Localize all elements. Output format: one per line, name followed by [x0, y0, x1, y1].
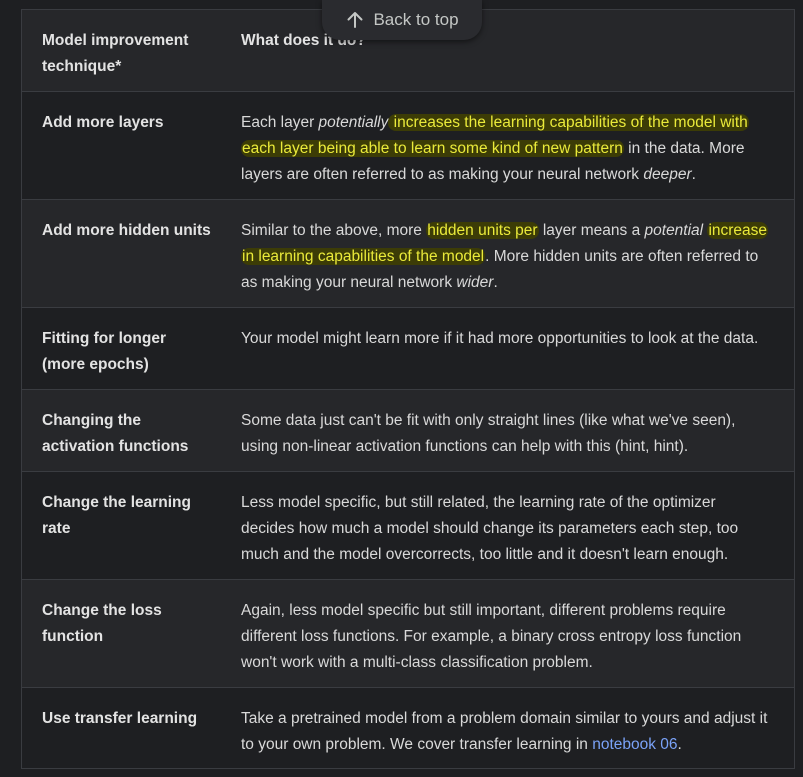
highlighted-text: hidden units per [426, 222, 539, 239]
description-cell: Again, less model specific but still imp… [241, 598, 771, 676]
description-cell: Your model might learn more if it had mo… [241, 326, 771, 352]
table-row: Fitting for longer (more epochs) Your mo… [22, 307, 794, 389]
technique-cell: Fitting for longer (more epochs) [42, 330, 166, 373]
emphasis-text: potentially [318, 114, 389, 131]
emphasis-text: potential [644, 222, 704, 239]
comparison-table: Model improvement technique* What does i… [21, 9, 795, 769]
description-cell: Less model specific, but still related, … [241, 490, 771, 568]
table-row: Use transfer learning Take a pretrained … [22, 687, 794, 768]
table-row: Add more hidden units Similar to the abo… [22, 199, 794, 307]
technique-cell: Change the loss function [42, 602, 162, 645]
table-row: Change the learning rate Less model spec… [22, 471, 794, 579]
description-text: Similar to the above, more [241, 222, 427, 239]
description-text: . [691, 166, 696, 183]
description-cell: Similar to the above, more hidden units … [241, 218, 771, 296]
technique-cell: Change the learning rate [42, 494, 191, 537]
description-text: . [677, 736, 682, 753]
emphasis-text: deeper [643, 166, 692, 183]
back-to-top-label: Back to top [373, 10, 459, 29]
technique-cell: Changing the activation functions [42, 412, 189, 455]
description-text: layer means a [538, 222, 645, 239]
description-text: Less model specific, but still related, … [241, 494, 739, 563]
header-technique: Model improvement technique* [42, 32, 189, 75]
description-cell: Take a pretrained model from a problem d… [241, 706, 771, 758]
description-text: Your model might learn more if it had mo… [241, 330, 759, 347]
description-text: Again, less model specific but still imp… [241, 602, 742, 671]
technique-cell: Use transfer learning [42, 710, 198, 727]
description-text: Each layer [241, 114, 319, 131]
arrow-up-icon [345, 10, 365, 30]
description-cell: Each layer potentially increases the lea… [241, 110, 771, 188]
technique-cell: Add more hidden units [42, 222, 211, 239]
table-row: Changing the activation functions Some d… [22, 389, 794, 471]
back-to-top-button[interactable]: Back to top [322, 0, 482, 40]
table-row: Add more layers Each layer potentially i… [22, 91, 794, 199]
technique-cell: Add more layers [42, 114, 164, 131]
notebook-link[interactable]: notebook 06 [592, 736, 677, 753]
emphasis-text: wider [456, 274, 494, 291]
description-text: . [493, 274, 498, 291]
description-cell: Some data just can't be fit with only st… [241, 408, 771, 460]
description-text: Some data just can't be fit with only st… [241, 412, 736, 455]
table-row: Change the loss function Again, less mod… [22, 579, 794, 687]
description-text: Take a pretrained model from a problem d… [241, 710, 768, 753]
